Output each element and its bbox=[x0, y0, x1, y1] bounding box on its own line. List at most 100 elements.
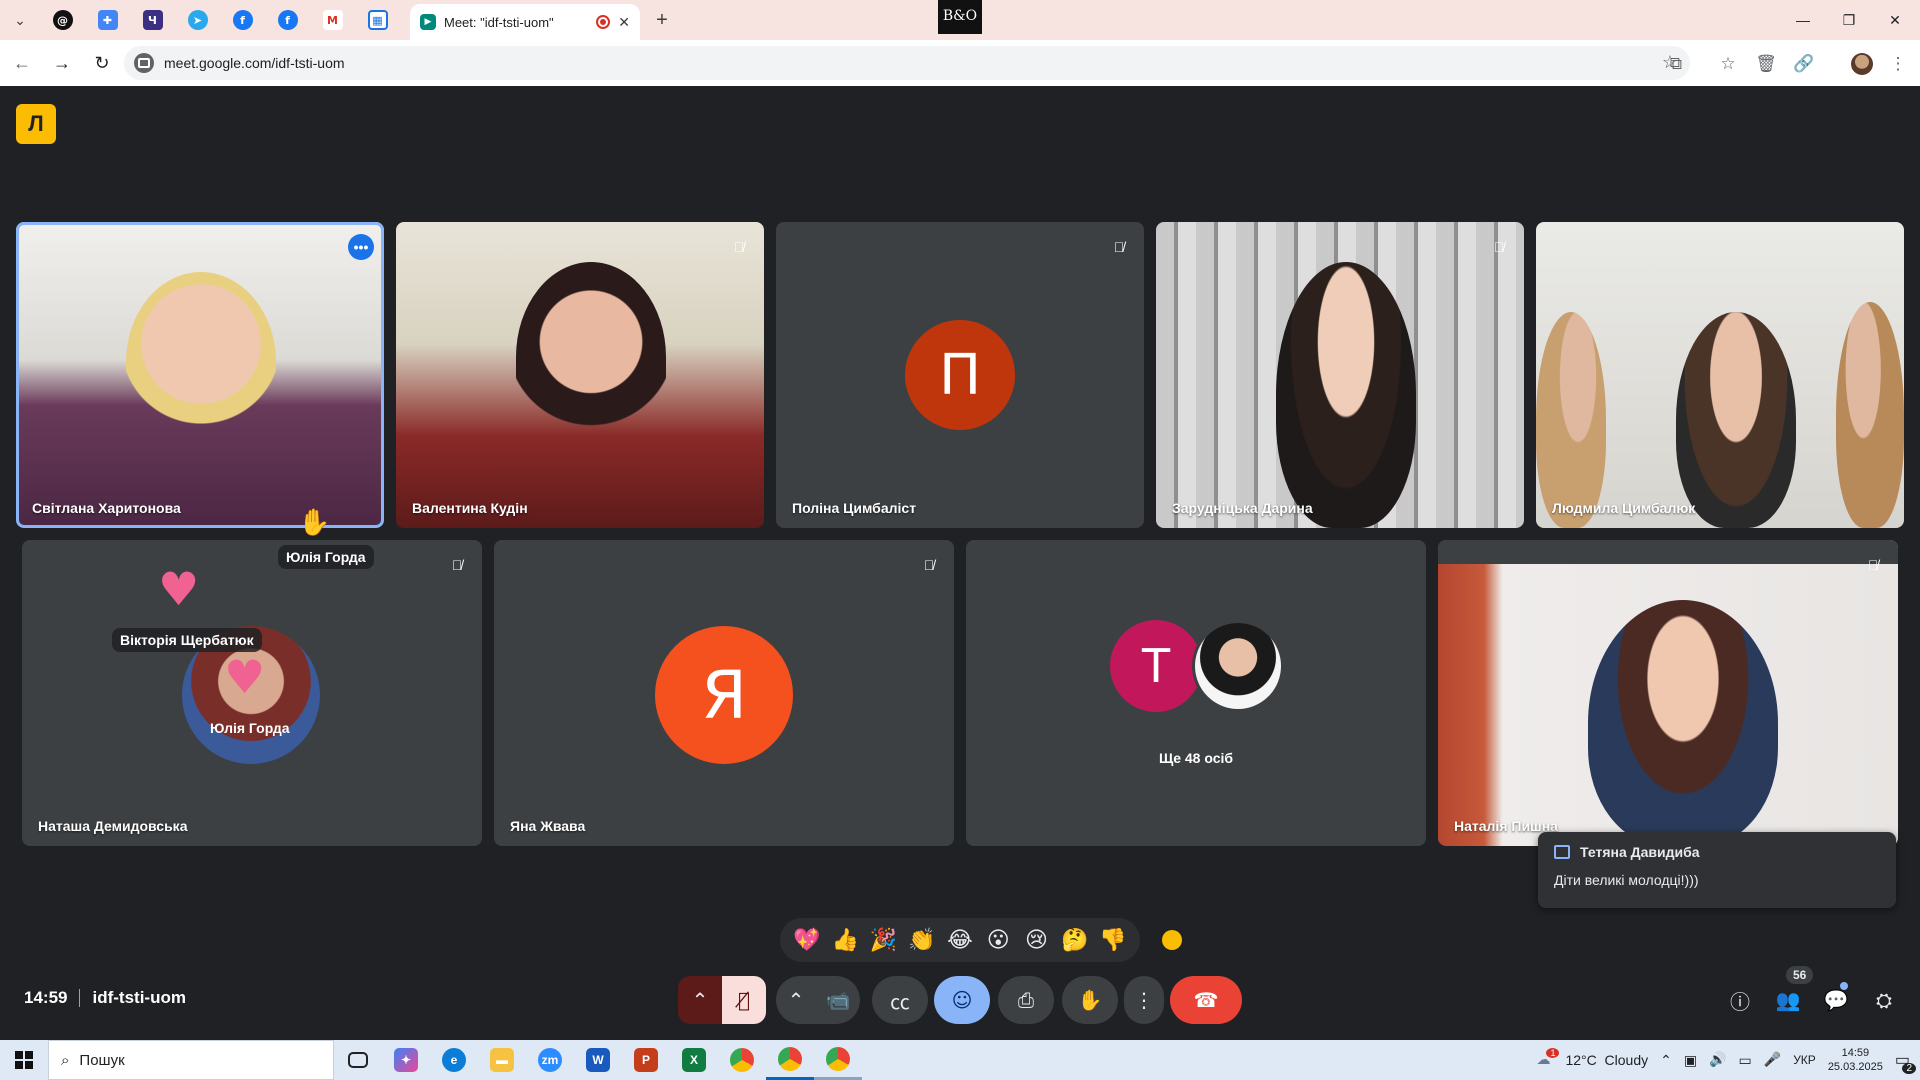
taskbar-zoom[interactable]: zm bbox=[526, 1040, 574, 1080]
emoji-reactions-button[interactable]: ☺ bbox=[934, 976, 990, 1024]
sparkling-heart-reaction[interactable]: 💖 bbox=[791, 924, 823, 956]
browser-menu-icon[interactable]: ⋮ bbox=[1882, 48, 1914, 80]
speaker-icon[interactable]: 🔊 bbox=[1709, 1052, 1726, 1068]
windows-logo-icon bbox=[15, 1051, 33, 1069]
taskbar-copilot[interactable]: ✦ bbox=[382, 1040, 430, 1080]
taskbar-search[interactable]: ⌕ Пошук bbox=[48, 1040, 334, 1080]
participant-tile-4[interactable]: 🎙̸ Зарудніцька Дарина bbox=[1156, 222, 1524, 528]
taskbar-chrome-3[interactable] bbox=[814, 1040, 862, 1080]
participant-tile-7[interactable]: Я 🎙̸ Яна Жвава bbox=[494, 540, 954, 846]
profile-avatar[interactable] bbox=[1846, 48, 1878, 80]
weather-widget[interactable]: ☁ 1 12°C Cloudy bbox=[1536, 1048, 1648, 1068]
forward-button[interactable]: → bbox=[44, 45, 80, 81]
calendar-icon: ▦ bbox=[367, 10, 388, 30]
back-button[interactable]: ← bbox=[4, 45, 40, 81]
pinned-tab-telegram[interactable]: ➤ bbox=[175, 0, 220, 40]
video-options-button[interactable]: ⌃ bbox=[776, 976, 816, 1024]
more-options-icon[interactable]: ••• bbox=[348, 234, 374, 260]
weather-alert-badge: 1 bbox=[1546, 1048, 1560, 1058]
participant-tile-9[interactable]: 🎙̸ Наталія Пишна bbox=[1438, 540, 1898, 846]
mic-toggle-button[interactable]: 🎙̸ bbox=[722, 976, 766, 1024]
tab-close-icon[interactable]: ✕ bbox=[618, 14, 630, 31]
restore-button[interactable]: ❐ bbox=[1826, 0, 1872, 40]
surprised-reaction[interactable]: 😮 bbox=[982, 924, 1014, 956]
thinking-reaction[interactable]: 🤔 bbox=[1059, 924, 1091, 956]
participant-name: Зарудніцька Дарина bbox=[1172, 500, 1313, 516]
clapping-reaction[interactable]: 👏 bbox=[906, 924, 938, 956]
google-meet-icon: ▶ bbox=[420, 14, 436, 30]
tab-search-chevron-icon[interactable]: ⌄ bbox=[0, 0, 40, 40]
link-icon[interactable]: 🔗 bbox=[1788, 48, 1820, 80]
pinned-tab-calendar[interactable]: ▦ bbox=[355, 0, 400, 40]
laughing-reaction[interactable]: 😂 bbox=[944, 924, 976, 956]
address-bar[interactable]: meet.google.com/idf-tsti-uom ☆ bbox=[124, 46, 1690, 80]
activities-button[interactable]: ⛭ bbox=[1864, 980, 1904, 1020]
chrome-icon bbox=[778, 1046, 802, 1071]
participant-name: Поліна Цимбаліст bbox=[792, 500, 917, 516]
thumbs-down-reaction[interactable]: 👎 bbox=[1097, 924, 1129, 956]
captions-button[interactable]: ㏄ bbox=[872, 976, 928, 1024]
chat-button[interactable]: 💬 bbox=[1816, 980, 1856, 1020]
plus-app-icon: ✚ bbox=[97, 10, 118, 30]
minimize-button[interactable]: — bbox=[1780, 0, 1826, 40]
clock-date: 25.03.2025 bbox=[1827, 1061, 1883, 1073]
taskbar-word[interactable]: W bbox=[574, 1040, 622, 1080]
new-tab-button[interactable]: + bbox=[650, 8, 674, 32]
people-button[interactable]: 👥 bbox=[1768, 980, 1808, 1020]
tray-overflow-chevron-icon[interactable]: ⌃ bbox=[1660, 1052, 1672, 1069]
favorites-icon[interactable]: ☆ bbox=[1712, 48, 1744, 80]
leave-call-button[interactable]: ☎ bbox=[1170, 976, 1242, 1024]
more-options-button[interactable]: ⋮ bbox=[1124, 976, 1164, 1024]
mic-off-icon: 🎙̸ bbox=[733, 239, 745, 255]
skin-tone-selector[interactable] bbox=[1156, 924, 1188, 956]
chat-notification[interactable]: Тетяна Давидиба Діти великі молодці!))) bbox=[1538, 832, 1896, 908]
participant-tile-5[interactable]: Людмила Цимбалюк bbox=[1536, 222, 1904, 528]
tile-top-bar bbox=[1438, 540, 1898, 564]
taskbar-excel[interactable]: X bbox=[670, 1040, 718, 1080]
chrome-icon bbox=[730, 1048, 754, 1072]
thumbs-up-reaction[interactable]: 👍 bbox=[829, 924, 861, 956]
participant-name: Світлана Харитонова bbox=[32, 500, 181, 516]
pinned-tab-facebook-1[interactable]: f bbox=[220, 0, 265, 40]
browser-toolbar: ← → ↻ meet.google.com/idf-tsti-uom ☆ bbox=[0, 40, 1920, 86]
crying-reaction[interactable]: 😢 bbox=[1020, 924, 1052, 956]
microphone-icon[interactable]: 🎤 bbox=[1764, 1052, 1781, 1068]
bo-logo: B&O bbox=[938, 0, 982, 34]
taskbar-explorer[interactable]: ▬ bbox=[478, 1040, 526, 1080]
windows-taskbar: ⌕ Пошук ✦ e ▬ zm W P X ☁ 1 12°C Cloudy ⌃… bbox=[0, 1040, 1920, 1080]
participant-tile-3[interactable]: П 🎙̸ Поліна Цимбаліст bbox=[776, 222, 1144, 528]
start-button[interactable] bbox=[0, 1040, 48, 1080]
mic-off-icon: 🎙̸ bbox=[1493, 239, 1505, 255]
participant-tile-1[interactable]: ••• Світлана Харитонова bbox=[16, 222, 384, 528]
participant-tile-2[interactable]: 🎙̸ Валентина Кудін bbox=[396, 222, 764, 528]
network-icon[interactable]: ▭ bbox=[1739, 1052, 1752, 1069]
notifications-button[interactable]: ▭ 2 bbox=[1895, 1050, 1916, 1074]
heart-reaction-icon: ♥ bbox=[224, 650, 266, 704]
pinned-tab-c[interactable]: Ч bbox=[130, 0, 175, 40]
task-view-button[interactable] bbox=[334, 1040, 382, 1080]
taskbar-chrome-1[interactable] bbox=[718, 1040, 766, 1080]
pinned-tab-gmail[interactable]: M bbox=[310, 0, 355, 40]
audio-options-button[interactable]: ⌃ bbox=[678, 976, 722, 1024]
language-indicator[interactable]: УКР bbox=[1793, 1053, 1816, 1067]
clock[interactable]: 14:59 25.03.2025 bbox=[1828, 1046, 1883, 1074]
close-window-button[interactable]: ✕ bbox=[1872, 0, 1918, 40]
others-tile[interactable]: Т Ще 48 осіб bbox=[966, 540, 1426, 846]
present-screen-button[interactable]: ⎙ bbox=[998, 976, 1054, 1024]
pinned-tab-threads[interactable]: @ bbox=[40, 0, 85, 40]
pinned-tab-plus[interactable]: ✚ bbox=[85, 0, 130, 40]
tab-meet-active[interactable]: ▶ Meet: "idf-tsti-uom" ✕ bbox=[410, 4, 640, 40]
taskbar-chrome-2[interactable] bbox=[766, 1040, 814, 1080]
meeting-details-button[interactable]: ⓘ bbox=[1720, 980, 1760, 1020]
participant-name: Яна Жвава bbox=[510, 818, 586, 834]
trash-icon[interactable]: 🗑 bbox=[1750, 48, 1782, 80]
reload-button[interactable]: ↻ bbox=[84, 45, 120, 81]
taskbar-powerpoint[interactable]: P bbox=[622, 1040, 670, 1080]
meet-tray-icon[interactable]: ▣ bbox=[1684, 1052, 1697, 1069]
taskbar-edge[interactable]: e bbox=[430, 1040, 478, 1080]
party-popper-reaction[interactable]: 🎉 bbox=[868, 924, 900, 956]
pinned-tab-facebook-2[interactable]: f bbox=[265, 0, 310, 40]
site-info-icon[interactable] bbox=[134, 53, 154, 73]
raise-hand-button[interactable]: ✋ bbox=[1062, 976, 1118, 1024]
extensions-icon[interactable]: ⧉ bbox=[1660, 48, 1692, 80]
